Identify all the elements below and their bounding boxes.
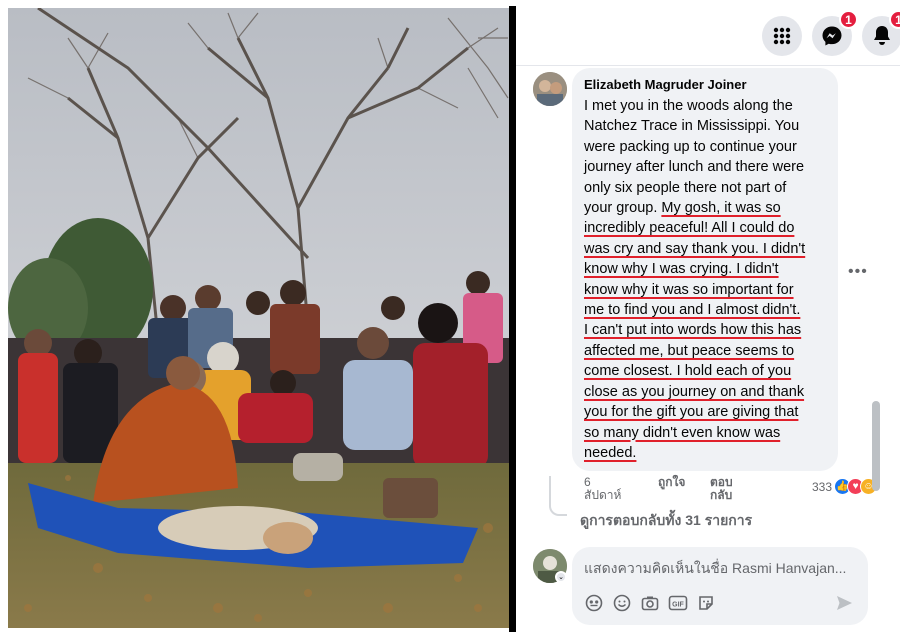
like-action[interactable]: ถูกใจ [658,476,685,489]
comment-line: were packing up to continue your [584,138,797,155]
reaction-count: 333 [812,479,833,494]
avatar-sticker-icon[interactable] [584,593,604,613]
underlined-fragment: My gosh, it was so [661,200,781,217]
comment-text: I met you in the woods along the Natchez… [584,96,826,463]
reply-thread-line [549,476,567,516]
comment-line: I met you in the woods along the [584,98,793,114]
avatar-photo-icon [533,72,567,106]
underlined-line: close as you journey on and thank [584,383,805,400]
comment-line: Natchez Trace in Mississippi. You [584,118,800,135]
chevron-down-icon[interactable]: ⌄ [555,571,567,583]
emoji-icon[interactable] [612,593,632,613]
reaction-summary[interactable]: 333 👍 ♥ ☺ [812,478,878,495]
grid-icon [773,27,791,45]
comment-actions: 6 สัปดาห์ ถูกใจ ตอบกลับ 333 👍 ♥ ☺ [584,476,878,504]
messenger-button[interactable]: 1 [812,10,858,56]
camera-icon[interactable] [640,593,660,613]
underlined-line: I can't put into words how this has [584,322,802,339]
comment-fragment: your group. [584,200,662,217]
view-all-replies-link[interactable]: ดูการตอบกลับทั้ง 31 รายการ [580,510,752,532]
comment-line: only six people there not part of [584,179,787,196]
more-dots-icon[interactable]: ••• [848,263,868,281]
top-navbar: 1 1 [516,6,900,66]
underlined-line: affected me, but peace seems to [584,342,795,359]
photo-divider [509,6,516,632]
underlined-line: was cry and say thank you. I didn't [584,240,806,257]
group-prayer-illustration [8,8,509,628]
comment-bubble: Elizabeth Magruder Joiner I met you in t… [572,68,838,471]
commenter-avatar[interactable] [533,72,567,106]
post-photo[interactable] [8,8,509,628]
underlined-line: incredibly peaceful! All I could do [584,220,795,237]
comments-panel: 1 1 Elizabeth Magruder Joiner I met you … [516,6,900,634]
comment-timestamp[interactable]: 6 สัปดาห์ [584,476,630,502]
underlined-line: so many didn't even know was [584,424,781,441]
bell-icon [874,26,890,45]
notifications-button[interactable]: 1 [862,10,900,56]
gif-icon[interactable]: GIF [668,593,688,613]
messenger-icon [822,26,842,46]
underlined-line: needed. [584,444,637,461]
reply-composer: GIF [572,547,868,625]
menu-grid-button[interactable] [762,16,802,56]
underlined-line: know why it was so important for [584,281,794,298]
underlined-line: you for the gift you are giving that [584,404,799,421]
scrollbar[interactable] [872,401,880,491]
comment-line: your group. My gosh, it was so [584,198,826,218]
comment-line: journey after lunch and there were [584,159,805,176]
comment-author[interactable]: Elizabeth Magruder Joiner [584,76,826,94]
reply-action[interactable]: ตอบกลับ [710,476,744,502]
sticker-icon[interactable] [696,593,716,613]
underlined-line: come closest. I hold each of you [584,363,792,380]
svg-text:GIF: GIF [672,602,684,609]
messenger-badge: 1 [839,10,858,29]
underlined-line: me to find you and I almost didn't. [584,302,801,319]
comment-input[interactable] [584,557,856,579]
send-icon[interactable] [834,593,854,613]
underlined-line: know why I was crying. I didn't [584,261,779,278]
